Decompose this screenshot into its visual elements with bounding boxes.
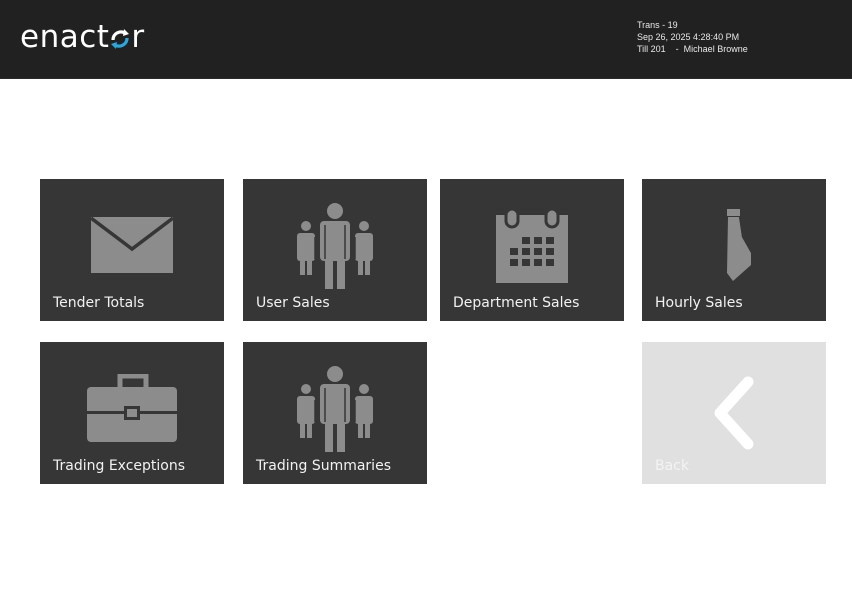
trans-number: Trans - 19 (637, 20, 678, 30)
tile-label: Hourly Sales (655, 295, 743, 311)
tile-label: Trading Summaries (256, 458, 391, 474)
tile-label: Department Sales (453, 295, 580, 311)
tile-label: User Sales (256, 295, 330, 311)
top-header: enact r Trans - 19 Sep 26, 2025 4:28:40 … (0, 0, 852, 79)
tile-label: Back (655, 458, 689, 474)
transaction-info: Trans - 19 Sep 26, 2025 4:28:40 PM Till … (637, 19, 748, 55)
enactor-logo: enact r (20, 20, 145, 54)
back-button[interactable]: Back (642, 342, 826, 484)
hourly-sales-button[interactable]: Hourly Sales (642, 179, 826, 321)
department-sales-button[interactable]: Department Sales (440, 179, 624, 321)
trading-exceptions-button[interactable]: Trading Exceptions (40, 342, 224, 484)
chevron-left-icon (714, 376, 754, 450)
user-sales-button[interactable]: User Sales (243, 179, 427, 321)
till-user: Till 201 - Michael Browne (637, 44, 748, 54)
tile-label: Trading Exceptions (53, 458, 186, 474)
people-icon (297, 366, 373, 452)
logo-o-icon (111, 29, 130, 49)
logo-text-left: enact (20, 19, 110, 55)
briefcase-icon (87, 374, 177, 442)
envelope-icon (90, 216, 174, 273)
tile-label: Tender Totals (53, 295, 145, 311)
calendar-icon (496, 207, 568, 283)
tender-totals-button[interactable]: Tender Totals (40, 179, 224, 321)
tie-icon (727, 209, 751, 281)
trading-summaries-button[interactable]: Trading Summaries (243, 342, 427, 484)
date-time: Sep 26, 2025 4:28:40 PM (637, 32, 740, 42)
people-icon (297, 203, 373, 289)
logo-text-right: r (131, 19, 145, 55)
